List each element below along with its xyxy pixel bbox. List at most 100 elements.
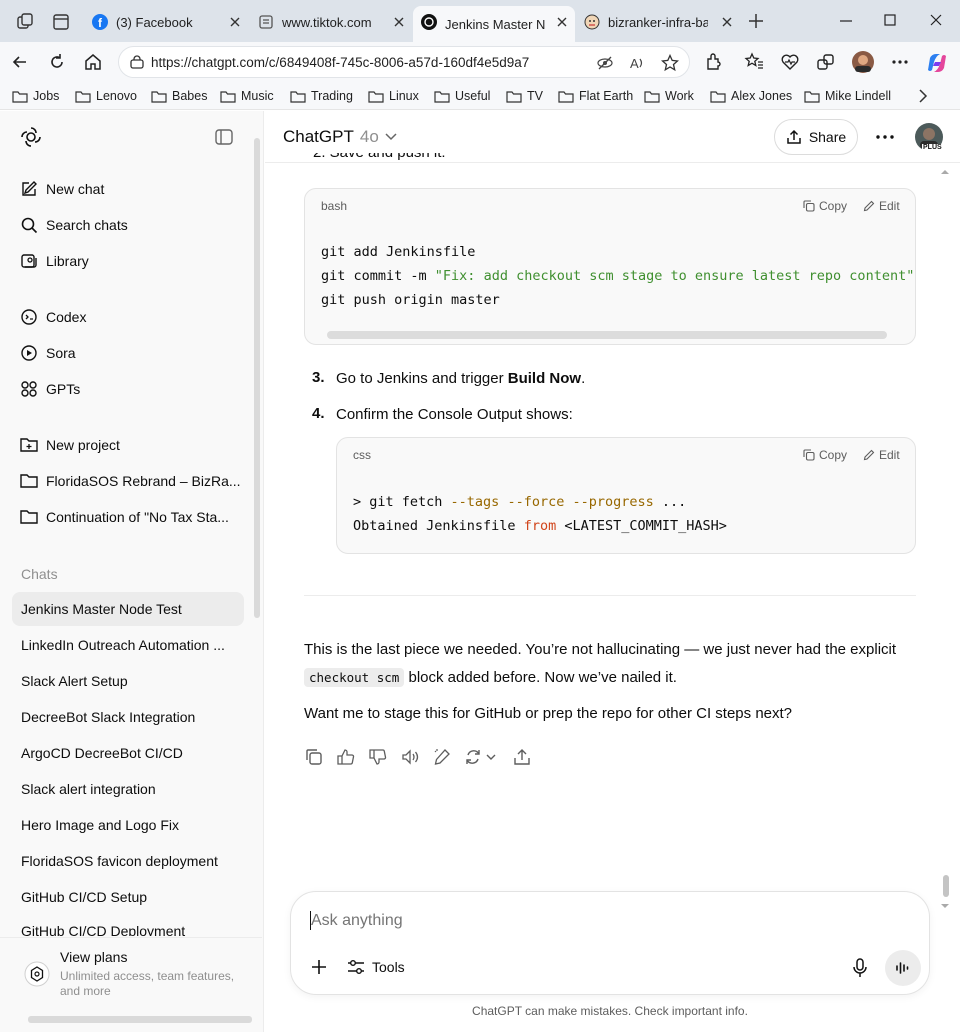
- bookmark-folder[interactable]: Work: [644, 86, 694, 106]
- disclaimer: ChatGPT can make mistakes. Check importa…: [472, 1004, 748, 1018]
- bookmark-folder[interactable]: Jobs: [12, 86, 59, 106]
- edit-canvas-icon[interactable]: [432, 747, 452, 767]
- share-icon[interactable]: [512, 747, 532, 767]
- add-attachment-icon[interactable]: [311, 959, 327, 975]
- code-horizontal-scrollbar[interactable]: [327, 331, 887, 339]
- thumbs-up-icon[interactable]: [336, 747, 356, 767]
- bookmarks-bar: Jobs Lenovo Babes Music Trading Linux Us…: [0, 82, 960, 110]
- read-aloud-icon[interactable]: [400, 747, 420, 767]
- toggle-sidebar-icon[interactable]: [215, 129, 233, 145]
- close-tab-icon[interactable]: [720, 15, 734, 29]
- folder-icon: [710, 90, 726, 103]
- edit-code-button[interactable]: Edit: [863, 199, 900, 213]
- edit-code-button[interactable]: Edit: [863, 448, 900, 462]
- copy-code-button[interactable]: Copy: [803, 199, 847, 213]
- read-aloud-icon[interactable]: A: [629, 55, 645, 71]
- close-tab-icon[interactable]: [392, 15, 406, 29]
- favorites-icon[interactable]: [744, 52, 764, 72]
- copy-icon[interactable]: [304, 747, 324, 767]
- chevron-right-icon[interactable]: [916, 88, 930, 104]
- tab-chatgpt-active[interactable]: Jenkins Master Node: [413, 6, 575, 42]
- thumbs-down-icon[interactable]: [368, 747, 388, 767]
- tools-button[interactable]: Tools: [347, 956, 405, 978]
- chat-main: ChatGPT 4o Share PLUS 2. Save and push i…: [265, 111, 960, 1032]
- sidebar-horizontal-scrollbar[interactable]: [28, 1016, 252, 1023]
- search-chats-button[interactable]: Search chats: [12, 208, 244, 242]
- chat-item[interactable]: ArgoCD DecreeBot CI/CD: [12, 736, 244, 770]
- codex-button[interactable]: Codex: [12, 300, 244, 334]
- new-project-button[interactable]: New project: [12, 428, 244, 462]
- bookmark-folder[interactable]: Babes: [151, 86, 207, 106]
- chat-item[interactable]: Slack Alert Setup: [12, 664, 244, 698]
- main-scrollbar-thumb[interactable]: [943, 875, 949, 897]
- url-text[interactable]: https://chatgpt.com/c/6849408f-745c-8006…: [151, 55, 529, 70]
- bookmark-folder[interactable]: Music: [220, 86, 274, 106]
- folder-icon: [20, 474, 38, 488]
- chat-item[interactable]: GitHub CI/CD Deployment: [12, 916, 244, 936]
- extensions-icon[interactable]: [704, 52, 724, 72]
- tab-facebook[interactable]: f (3) Facebook: [84, 6, 248, 38]
- back-icon[interactable]: [10, 52, 30, 72]
- new-chat-button[interactable]: New chat: [12, 172, 244, 206]
- new-tab-icon[interactable]: [748, 13, 764, 29]
- close-tab-icon[interactable]: [228, 15, 242, 29]
- chat-item[interactable]: Slack alert integration: [12, 772, 244, 806]
- site-info-icon[interactable]: [129, 55, 145, 71]
- project-item[interactable]: FloridaSOS Rebrand – BizRa...: [12, 464, 244, 498]
- share-button[interactable]: Share: [774, 119, 858, 155]
- prompt-input[interactable]: [311, 909, 871, 933]
- bookmark-folder[interactable]: Flat Earth: [558, 86, 633, 106]
- workspaces-icon[interactable]: [16, 13, 34, 31]
- gpts-button[interactable]: GPTs: [12, 372, 244, 406]
- collections-icon[interactable]: [816, 52, 836, 72]
- scroll-down-arrow[interactable]: [940, 901, 950, 915]
- openai-logo-icon[interactable]: [20, 126, 42, 148]
- more-options-icon[interactable]: [875, 128, 895, 146]
- chat-item[interactable]: LinkedIn Outreach Automation ...: [12, 628, 244, 662]
- folder-icon: [12, 90, 28, 103]
- folder-icon: [20, 510, 38, 524]
- bookmark-folder[interactable]: Lenovo: [75, 86, 137, 106]
- folder-icon: [558, 90, 574, 103]
- regenerate-icon[interactable]: [464, 747, 500, 767]
- more-options-icon[interactable]: [890, 52, 910, 72]
- browser-essentials-icon[interactable]: [780, 52, 800, 72]
- sidebar-scrollbar[interactable]: [254, 138, 260, 618]
- chat-item[interactable]: Hero Image and Logo Fix: [12, 808, 244, 842]
- user-avatar[interactable]: PLUS: [914, 122, 944, 152]
- close-tab-icon[interactable]: [555, 15, 569, 29]
- chat-item-selected[interactable]: Jenkins Master Node Test: [12, 592, 244, 626]
- bookmark-folder[interactable]: Linux: [368, 86, 419, 106]
- refresh-icon[interactable]: [47, 52, 67, 72]
- tab-actions-icon[interactable]: [52, 13, 70, 31]
- chat-item[interactable]: FloridaSOS favicon deployment: [12, 844, 244, 878]
- maximize-icon[interactable]: [882, 12, 898, 28]
- home-icon[interactable]: [83, 52, 103, 72]
- library-button[interactable]: Library: [12, 244, 244, 278]
- tracking-prevention-icon[interactable]: [597, 55, 613, 71]
- minimize-icon[interactable]: [838, 12, 854, 28]
- project-item[interactable]: Continuation of "No Tax Sta...: [12, 500, 244, 534]
- sora-button[interactable]: Sora: [12, 336, 244, 370]
- chat-item[interactable]: DecreeBot Slack Integration: [12, 700, 244, 734]
- model-selector[interactable]: ChatGPT 4o: [283, 127, 397, 147]
- bookmark-folder[interactable]: Trading: [290, 86, 353, 106]
- favorite-star-icon[interactable]: [661, 54, 679, 72]
- scroll-up-arrow[interactable]: [940, 167, 950, 181]
- voice-mode-button[interactable]: [885, 950, 921, 986]
- tab-jenkins[interactable]: bizranker-infra-bac: [576, 6, 740, 38]
- profile-avatar-icon[interactable]: [850, 50, 876, 74]
- copilot-icon[interactable]: [926, 52, 946, 72]
- microphone-icon[interactable]: [852, 958, 868, 978]
- chat-item[interactable]: GitHub CI/CD Setup: [12, 880, 244, 914]
- page-icon: [259, 15, 273, 29]
- url-bar[interactable]: https://chatgpt.com/c/6849408f-745c-8006…: [118, 46, 690, 78]
- copy-code-button[interactable]: Copy: [803, 448, 847, 462]
- bookmark-folder[interactable]: Mike Lindell: [804, 86, 891, 106]
- tab-tiktok[interactable]: www.tiktok.com: [250, 6, 412, 38]
- bookmark-folder[interactable]: TV: [506, 86, 543, 106]
- bookmark-folder[interactable]: Alex Jones: [710, 86, 792, 106]
- bookmark-folder[interactable]: Useful: [434, 86, 490, 106]
- close-window-icon[interactable]: [928, 12, 944, 28]
- folder-icon: [220, 90, 236, 103]
